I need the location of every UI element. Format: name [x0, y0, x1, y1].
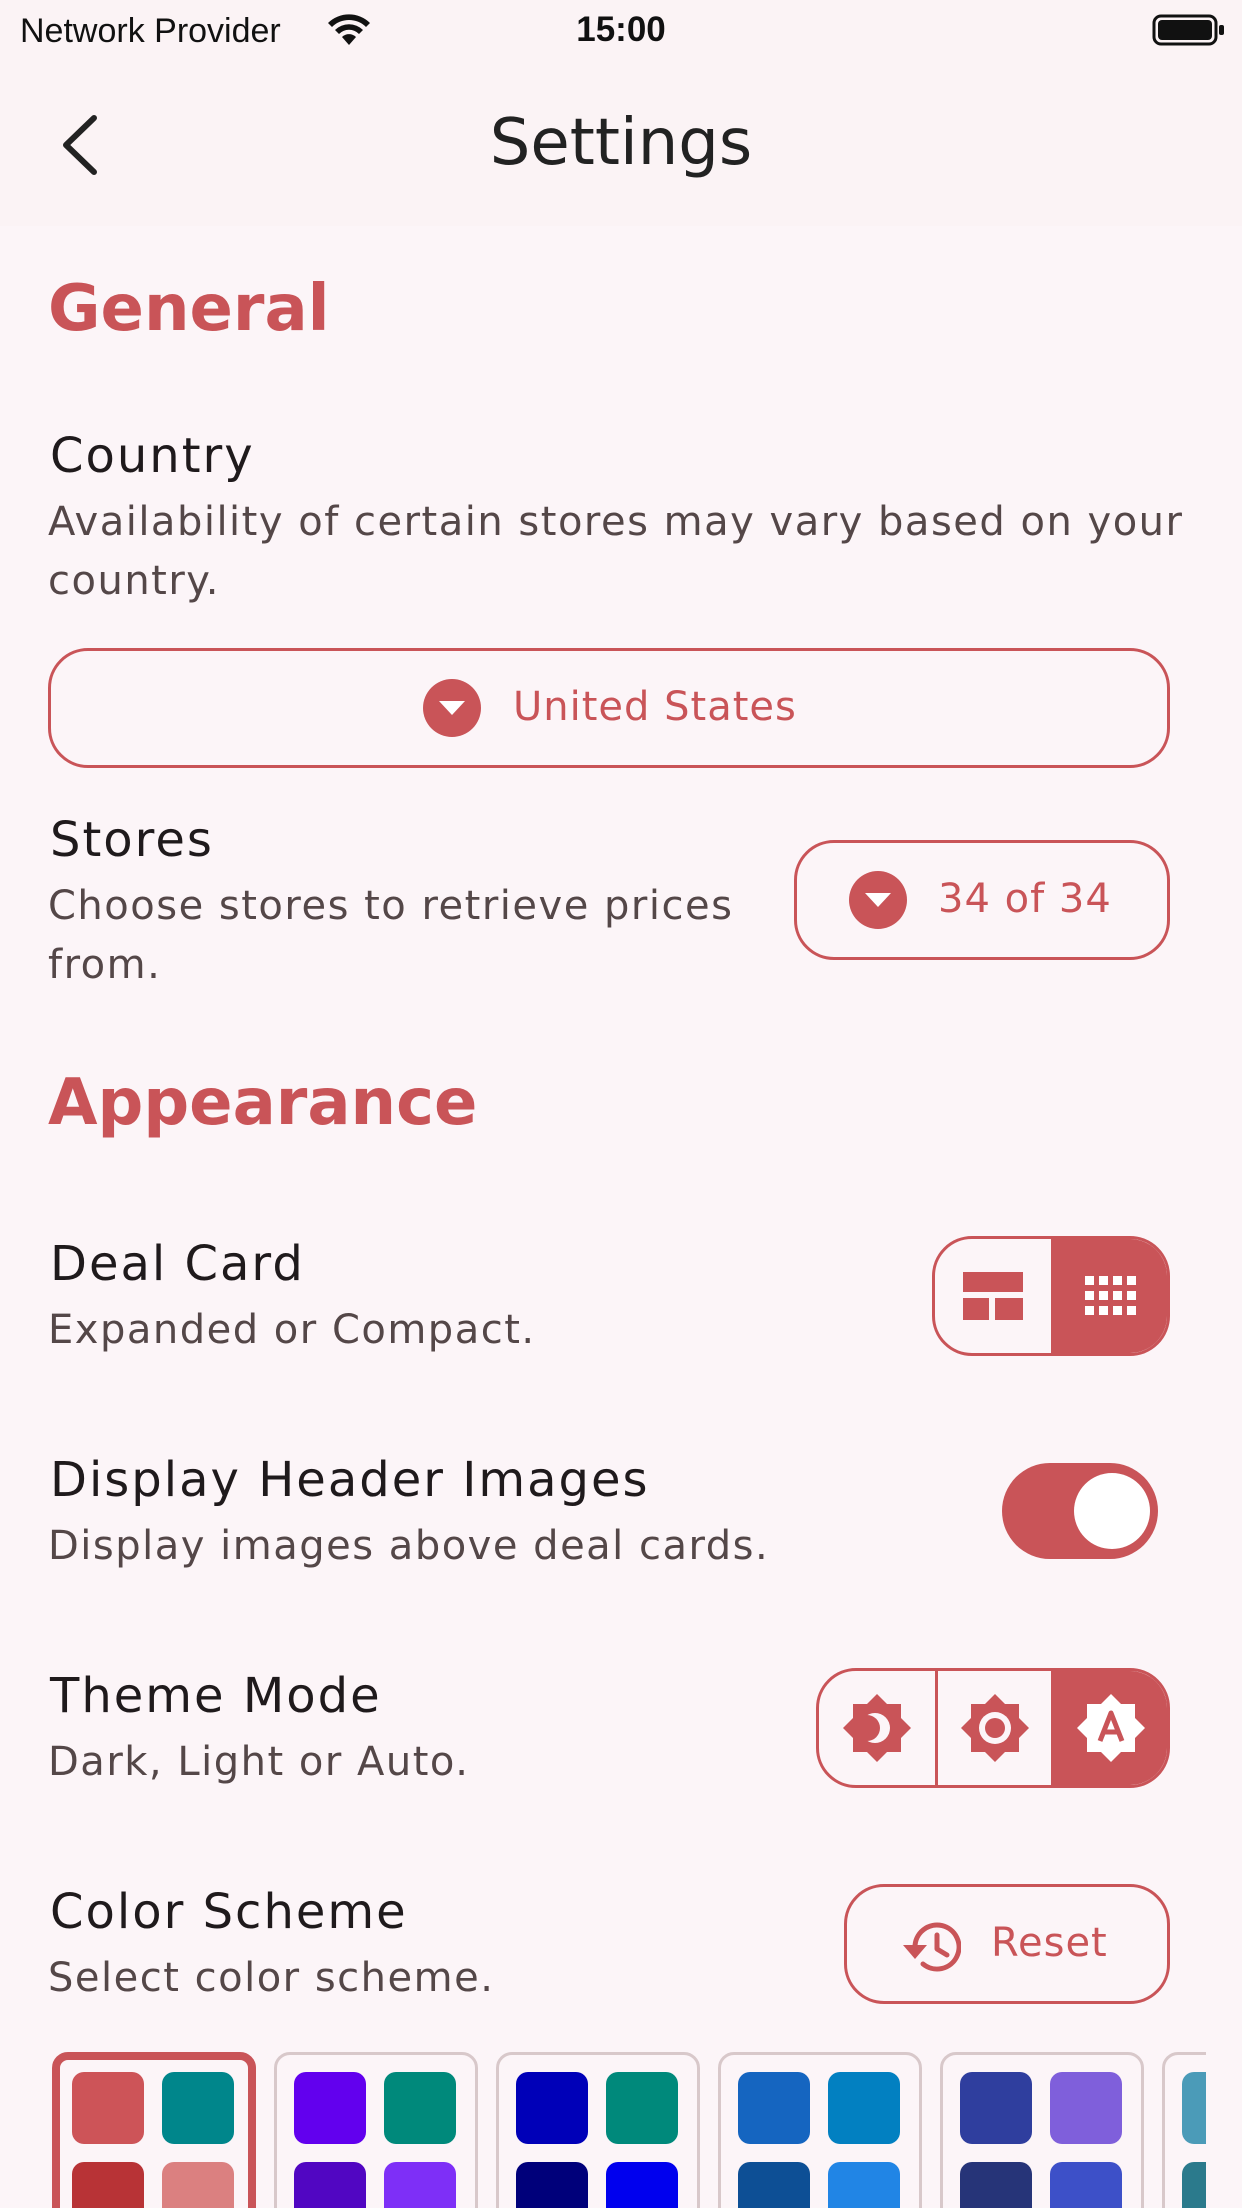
- history-icon: [903, 1922, 961, 1972]
- expanded-layout-icon: [963, 1272, 1023, 1320]
- header-images-title: Display Header Images: [50, 1452, 650, 1508]
- section-title-appearance: Appearance: [48, 1066, 478, 1140]
- stores-subtitle-line-2: from.: [48, 942, 162, 988]
- theme-mode-title: Theme Mode: [50, 1668, 382, 1724]
- deal-card-compact-option[interactable]: [1051, 1239, 1167, 1353]
- light-mode-icon: [960, 1694, 1029, 1762]
- auto-mode-icon: [1076, 1694, 1145, 1762]
- deal-card-subtitle: Expanded or Compact.: [48, 1307, 536, 1353]
- status-time: 15:00: [576, 10, 666, 49]
- color-chip: [828, 2072, 900, 2144]
- battery-icon: [1152, 14, 1224, 46]
- color-chip: [516, 2072, 588, 2144]
- stores-title: Stores: [50, 812, 214, 868]
- color-scheme-swatch[interactable]: [940, 2052, 1144, 2208]
- color-chip: [738, 2162, 810, 2208]
- compact-grid-icon: [1084, 1276, 1136, 1315]
- color-chip: [294, 2162, 366, 2208]
- color-chip: [294, 2072, 366, 2144]
- color-scheme-swatch[interactable]: [496, 2052, 700, 2208]
- app-bar: Settings: [0, 62, 1242, 226]
- theme-auto-option[interactable]: [1051, 1671, 1167, 1785]
- dark-mode-icon: [843, 1694, 911, 1762]
- status-bar: Network Provider 15:00: [0, 0, 1242, 62]
- deal-card-title: Deal Card: [50, 1236, 305, 1292]
- section-title-general: General: [48, 272, 330, 346]
- theme-mode-subtitle: Dark, Light or Auto.: [48, 1739, 470, 1785]
- page-title: Settings: [489, 106, 753, 180]
- country-subtitle-line-1: Availability of certain stores may vary …: [48, 499, 1184, 545]
- dropdown-arrow-icon: [423, 679, 481, 737]
- color-chip: [1050, 2072, 1122, 2144]
- color-chip: [960, 2162, 1032, 2208]
- theme-light-option[interactable]: [935, 1671, 1051, 1785]
- color-scheme-swatch[interactable]: [1162, 2052, 1206, 2208]
- color-scheme-title: Color Scheme: [50, 1884, 408, 1940]
- color-chip: [516, 2162, 588, 2208]
- color-chip: [384, 2072, 456, 2144]
- color-chip: [162, 2072, 234, 2144]
- switch-knob: [1074, 1473, 1150, 1549]
- color-scheme-list: [52, 2052, 1206, 2208]
- color-chip: [72, 2162, 144, 2208]
- color-scheme-swatch[interactable]: [274, 2052, 478, 2208]
- country-dropdown[interactable]: United States: [48, 648, 1170, 768]
- deal-card-expanded-option[interactable]: [935, 1239, 1051, 1353]
- country-title: Country: [50, 428, 255, 484]
- color-scheme-subtitle: Select color scheme.: [48, 1955, 495, 2001]
- stores-subtitle-line-1: Choose stores to retrieve prices: [48, 883, 734, 929]
- color-chip: [828, 2162, 900, 2208]
- dropdown-arrow-icon: [849, 871, 907, 929]
- color-chip: [384, 2162, 456, 2208]
- color-chip: [1050, 2162, 1122, 2208]
- deal-card-toggle: [932, 1236, 1170, 1356]
- theme-mode-toggle: [816, 1668, 1170, 1788]
- color-chip: [606, 2162, 678, 2208]
- reset-button[interactable]: Reset: [844, 1884, 1170, 2004]
- country-subtitle-line-2: country.: [48, 558, 220, 604]
- country-value: United States: [513, 684, 797, 730]
- color-chip: [1182, 2162, 1206, 2208]
- color-chip: [72, 2072, 144, 2144]
- theme-dark-option[interactable]: [819, 1671, 935, 1785]
- color-chip: [162, 2162, 234, 2208]
- stores-dropdown[interactable]: 34 of 34: [794, 840, 1170, 960]
- color-chip: [960, 2072, 1032, 2144]
- color-chip: [606, 2072, 678, 2144]
- color-scheme-swatch[interactable]: [52, 2052, 256, 2208]
- header-images-subtitle: Display images above deal cards.: [48, 1523, 770, 1569]
- color-chip: [1182, 2072, 1206, 2144]
- reset-label: Reset: [991, 1920, 1108, 1966]
- color-chip: [738, 2072, 810, 2144]
- color-scheme-swatch[interactable]: [718, 2052, 922, 2208]
- header-images-switch[interactable]: [1002, 1463, 1158, 1559]
- stores-value: 34 of 34: [938, 876, 1112, 922]
